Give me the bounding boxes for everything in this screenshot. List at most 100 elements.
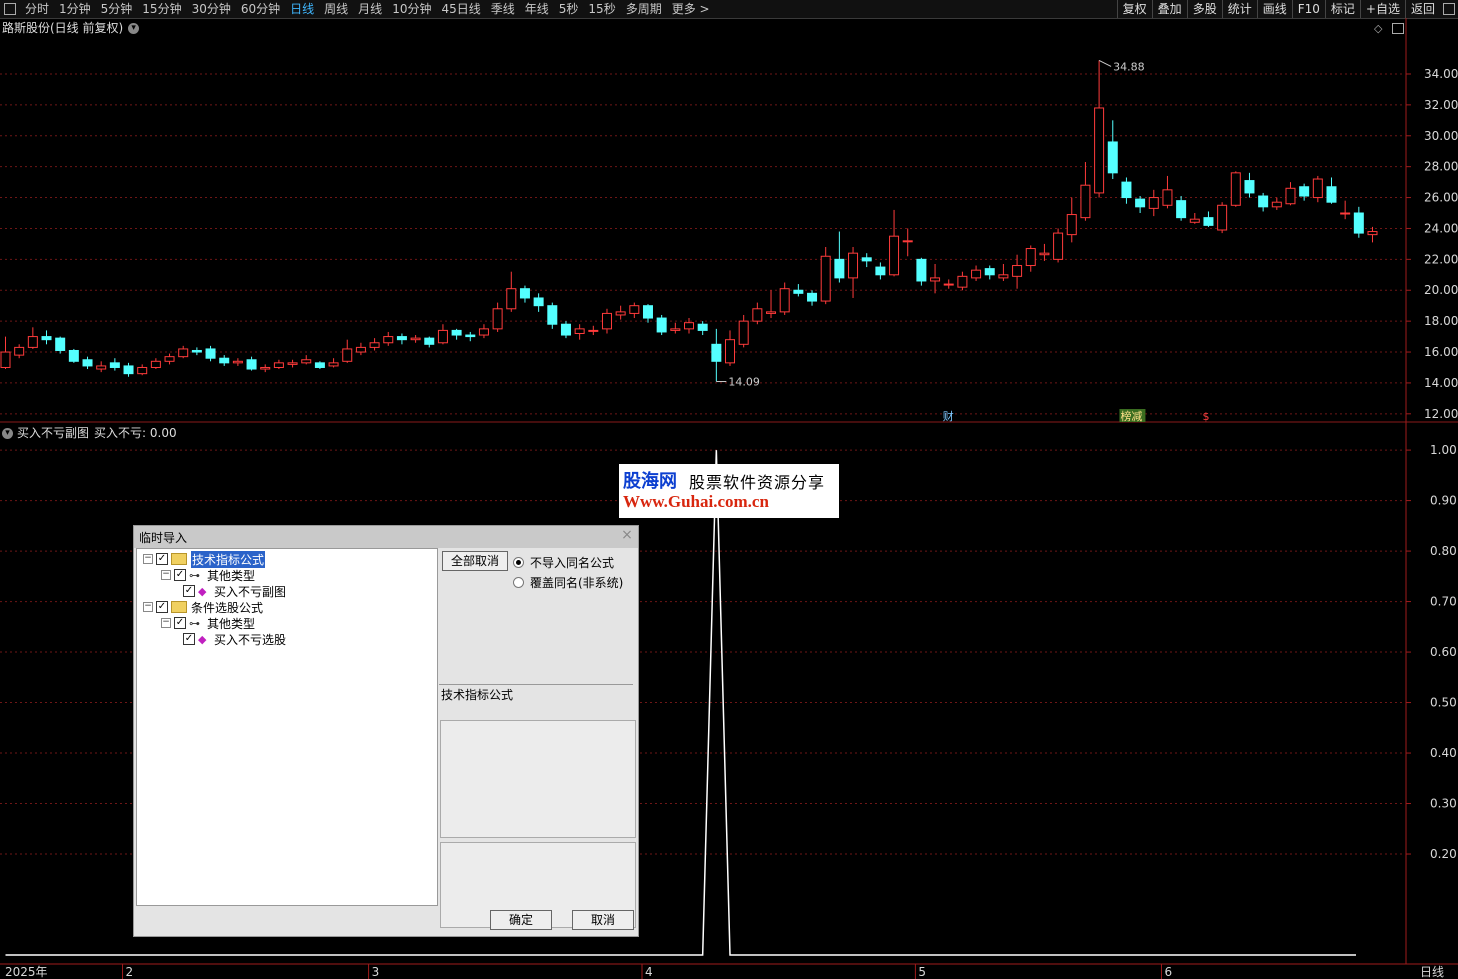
y-tick-label: 0.50 <box>1430 696 1457 710</box>
candle-body <box>410 337 421 341</box>
candle-body <box>219 357 230 364</box>
period-label: 日线 <box>1420 965 1444 979</box>
candle-body <box>1312 178 1323 199</box>
candle-body <box>574 328 585 334</box>
watermark-brand: 股海网 <box>623 471 677 492</box>
chevron-down-icon[interactable]: ▾ <box>128 22 140 34</box>
radio-label: 覆盖同名(非系统) <box>530 576 624 590</box>
candle-body <box>246 359 257 370</box>
group-label: 技术指标公式 <box>441 688 514 702</box>
description-box <box>440 720 636 838</box>
indicator-name: 买入不亏副图 <box>17 426 90 440</box>
radio-button[interactable] <box>513 577 524 588</box>
high-pointer <box>1098 59 1112 67</box>
candle-body <box>684 322 694 330</box>
candle-body <box>14 346 25 356</box>
candle-body <box>889 235 900 276</box>
candle-body <box>629 305 640 314</box>
candle-body <box>1148 197 1159 209</box>
tree-item-screener[interactable]: ✓ ◆ 买入不亏选股 <box>183 631 286 647</box>
candle-body <box>943 283 954 286</box>
candle-body <box>519 288 530 299</box>
tree-item-subchart[interactable]: ✓ ◆ 买入不亏副图 <box>183 583 286 599</box>
tree-item-other-type[interactable]: − ✓ ⊶ 其他类型 <box>161 615 255 631</box>
high-label: 34.88 <box>1113 60 1145 73</box>
candle-body <box>492 308 503 330</box>
tree-item-tech-formula[interactable]: − ✓ 技术指标公式 <box>143 550 266 568</box>
collapse-icon[interactable]: − <box>161 618 171 628</box>
stock-title: 路斯股份(日线 前复权) <box>2 21 124 35</box>
folder-icon <box>171 553 187 565</box>
checkbox[interactable]: ✓ <box>174 569 186 581</box>
candle-body <box>1271 201 1282 208</box>
candle-body <box>615 311 626 316</box>
radio-button[interactable] <box>513 557 524 568</box>
watermark: 股海网 股票软件资源分享 Www.Guhai.com.cn <box>619 464 839 518</box>
candle-body <box>273 362 284 368</box>
collapse-icon[interactable]: − <box>143 602 153 612</box>
formula-icon: ◆ <box>198 632 207 646</box>
checkbox[interactable]: ✓ <box>174 617 186 629</box>
y-tick-label: 0.30 <box>1430 797 1457 811</box>
candle-body <box>150 360 161 368</box>
candle-body <box>396 336 407 341</box>
options-panel: 全部取消 不导入同名公式 覆盖同名(非系统) 技术指标公式 <box>439 548 637 928</box>
candle-body <box>1353 212 1364 234</box>
formula-icon: ◆ <box>198 584 207 598</box>
dialog-titlebar[interactable]: 临时导入 × <box>134 526 638 548</box>
candle-body <box>793 289 804 294</box>
radio-overwrite[interactable]: 覆盖同名(非系统) <box>513 574 623 591</box>
y-tick-label: 1.00 <box>1430 443 1457 457</box>
event-marker: 财 <box>943 409 954 423</box>
candle-body <box>984 268 995 276</box>
candle-body <box>779 288 790 313</box>
candle-body <box>232 360 243 364</box>
candle-body <box>123 365 134 375</box>
candle-body <box>68 349 79 362</box>
candle-body <box>1326 186 1337 203</box>
tree-item-other-type[interactable]: − ✓ ⊶ 其他类型 <box>161 567 255 583</box>
collapse-icon[interactable]: − <box>143 554 153 564</box>
checkbox[interactable]: ✓ <box>183 585 195 597</box>
candle-body <box>191 349 202 353</box>
maximize-icon[interactable] <box>1392 23 1404 34</box>
candle-body <box>96 365 107 370</box>
chevron-down-icon[interactable]: ▾ <box>2 427 13 439</box>
candle-body <box>205 348 216 359</box>
radio-label: 不导入同名公式 <box>530 556 615 570</box>
cancel-all-button[interactable]: 全部取消 <box>442 551 508 571</box>
x-tick-label: 4 <box>645 965 653 979</box>
candle-body <box>807 292 818 302</box>
candle-body <box>287 362 298 365</box>
x-tick-label: 2 <box>126 965 134 979</box>
checkbox[interactable]: ✓ <box>156 601 168 613</box>
candle-body <box>27 336 38 348</box>
y-tick-label: 32.00 <box>1424 98 1458 112</box>
candle-body <box>1244 180 1255 194</box>
candle-body <box>1189 218 1200 223</box>
y-tick-label: 0.40 <box>1430 746 1457 760</box>
tree-item-condition-formula[interactable]: − ✓ 条件选股公式 <box>143 599 263 615</box>
diamond-icon[interactable]: ◇ <box>1374 22 1382 35</box>
tree-item-label: 技术指标公式 <box>191 550 266 568</box>
checkbox[interactable]: ✓ <box>183 633 195 645</box>
candle-body <box>930 277 941 282</box>
candle-body <box>1135 198 1146 208</box>
low-label: 14.09 <box>728 376 760 389</box>
candle-body <box>1053 232 1064 260</box>
tree-item-label: 买入不亏选股 <box>214 632 287 647</box>
candle-body <box>164 356 175 362</box>
cancel-button[interactable]: 取消 <box>572 910 634 930</box>
y-tick-label: 20.00 <box>1424 283 1458 297</box>
candle-body <box>834 258 845 279</box>
radio-no-import[interactable]: 不导入同名公式 <box>513 554 614 571</box>
checkbox[interactable]: ✓ <box>156 553 168 565</box>
close-icon[interactable]: × <box>620 528 634 542</box>
divider <box>439 684 633 685</box>
collapse-icon[interactable]: − <box>161 570 171 580</box>
candle-body <box>0 351 11 368</box>
tree-item-label: 条件选股公式 <box>191 600 264 615</box>
candle-body <box>314 362 325 368</box>
ok-button[interactable]: 确定 <box>490 910 552 930</box>
candle-body <box>711 343 722 362</box>
